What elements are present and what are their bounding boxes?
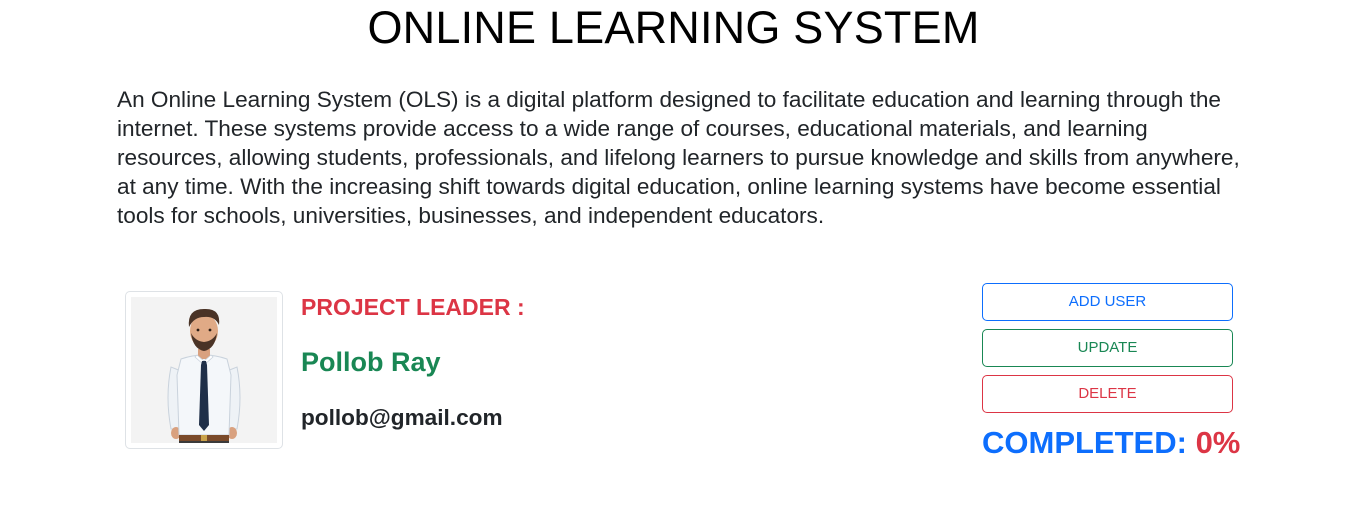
- person-avatar-icon: [131, 297, 277, 443]
- leader-avatar: [125, 291, 283, 449]
- add-user-button[interactable]: ADD USER: [982, 283, 1233, 321]
- completion-status: COMPLETED: 0%: [982, 424, 1240, 462]
- completion-label: COMPLETED:: [982, 425, 1187, 460]
- update-button[interactable]: UPDATE: [982, 329, 1233, 367]
- completion-value: 0%: [1195, 425, 1241, 460]
- project-leader-label: PROJECT LEADER :: [301, 294, 525, 320]
- project-leader-email: pollob@gmail.com: [301, 405, 503, 430]
- system-description: An Online Learning System (OLS) is a dig…: [117, 87, 1240, 228]
- project-leader-name: Pollob Ray: [301, 347, 441, 377]
- page-title: ONLINE LEARNING SYSTEM: [367, 2, 980, 53]
- delete-button[interactable]: DELETE: [982, 375, 1233, 413]
